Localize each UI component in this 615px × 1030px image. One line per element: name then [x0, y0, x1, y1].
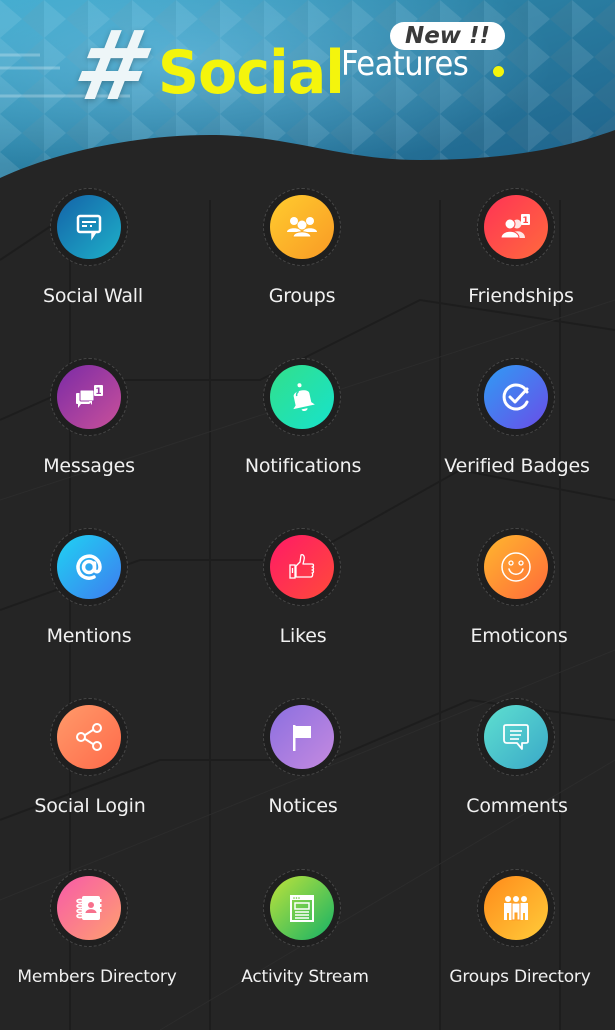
title-dot	[493, 66, 504, 77]
hashtag-symbol: #	[66, 10, 145, 122]
icon-circle	[270, 876, 334, 940]
header-banner: # Social Features New !!	[0, 0, 615, 200]
feature-label: Verified Badges	[444, 455, 590, 477]
smiley-icon	[501, 552, 531, 582]
svg-text:1: 1	[522, 216, 528, 226]
feature-label: Friendships	[468, 285, 574, 307]
feature-groups-directory[interactable]: Groups Directory	[417, 869, 615, 1009]
icon-circle	[484, 535, 548, 599]
icon-ring	[477, 869, 555, 947]
browser-window-icon	[290, 895, 314, 922]
social-features-page: # Social Features New !! Social Wall Gro…	[0, 0, 615, 1030]
icon-ring	[50, 698, 128, 776]
icon-circle	[270, 705, 334, 769]
feature-label: Messages	[43, 455, 135, 477]
chat-post-icon	[76, 214, 102, 241]
icon-circle	[270, 195, 334, 259]
feature-emoticons[interactable]: Emoticons	[417, 528, 615, 668]
icon-circle	[57, 195, 121, 259]
icon-ring	[263, 698, 341, 776]
thumbs-up-icon	[289, 554, 315, 579]
feature-groups[interactable]: Groups	[203, 188, 403, 328]
feature-label: Groups Directory	[449, 967, 591, 987]
feature-comments[interactable]: Comments	[417, 698, 615, 838]
flag-icon	[293, 725, 311, 751]
icon-ring	[263, 528, 341, 606]
group-users-icon	[287, 217, 317, 238]
svg-text:1: 1	[95, 387, 101, 397]
feature-label: Likes	[279, 625, 327, 647]
icon-circle	[57, 705, 121, 769]
team-directory-icon	[504, 896, 528, 921]
address-book-icon	[76, 896, 102, 920]
feature-label: Mentions	[46, 625, 132, 647]
icon-circle	[484, 705, 548, 769]
share-icon	[76, 723, 102, 751]
icon-circle: 1	[484, 195, 548, 259]
feature-verified-badges[interactable]: Verified Badges	[417, 358, 615, 498]
title-social: Social	[158, 38, 345, 108]
icon-ring	[477, 698, 555, 776]
feature-members-directory[interactable]: Members Directory	[0, 869, 190, 1009]
friend-request-icon: 1	[500, 214, 530, 239]
icon-circle	[57, 535, 121, 599]
feature-label: Activity Stream	[241, 967, 369, 987]
feature-social-wall[interactable]: Social Wall	[0, 188, 190, 328]
comment-icon	[503, 724, 529, 750]
feature-label: Social Wall	[43, 285, 143, 307]
feature-label: Members Directory	[17, 967, 177, 987]
feature-label: Groups	[268, 285, 336, 307]
messages-icon: 1	[76, 385, 103, 408]
icon-ring	[263, 358, 341, 436]
icon-circle: 1	[57, 365, 121, 429]
icon-circle	[270, 365, 334, 429]
bell-icon	[293, 383, 315, 412]
new-badge: New !!	[390, 22, 505, 50]
icon-ring	[263, 869, 341, 947]
icon-ring	[50, 188, 128, 266]
icon-ring	[50, 869, 128, 947]
feature-label: Emoticons	[470, 625, 568, 647]
icon-circle	[57, 876, 121, 940]
verified-check-icon	[502, 383, 529, 411]
feature-label: Social Login	[34, 795, 146, 817]
icon-ring	[477, 358, 555, 436]
feature-mentions[interactable]: Mentions	[0, 528, 190, 668]
at-sign-icon	[76, 554, 102, 580]
icon-circle	[270, 535, 334, 599]
feature-label: Notifications	[244, 455, 362, 477]
feature-activity-stream[interactable]: Activity Stream	[203, 869, 403, 1009]
title-features: Features	[341, 44, 469, 84]
feature-friendships[interactable]: 1 Friendships	[417, 188, 615, 328]
feature-social-login[interactable]: Social Login	[0, 698, 190, 838]
feature-label: Comments	[466, 795, 568, 817]
feature-notices[interactable]: Notices	[203, 698, 403, 838]
feature-likes[interactable]: Likes	[203, 528, 403, 668]
icon-circle	[484, 365, 548, 429]
feature-notifications[interactable]: Notifications	[203, 358, 403, 498]
icon-circle	[484, 876, 548, 940]
icon-ring: 1	[50, 358, 128, 436]
feature-label: Notices	[268, 795, 338, 817]
icon-ring	[50, 528, 128, 606]
feature-messages[interactable]: 1 Messages	[0, 358, 190, 498]
icon-ring: 1	[477, 188, 555, 266]
icon-ring	[477, 528, 555, 606]
icon-ring	[263, 188, 341, 266]
